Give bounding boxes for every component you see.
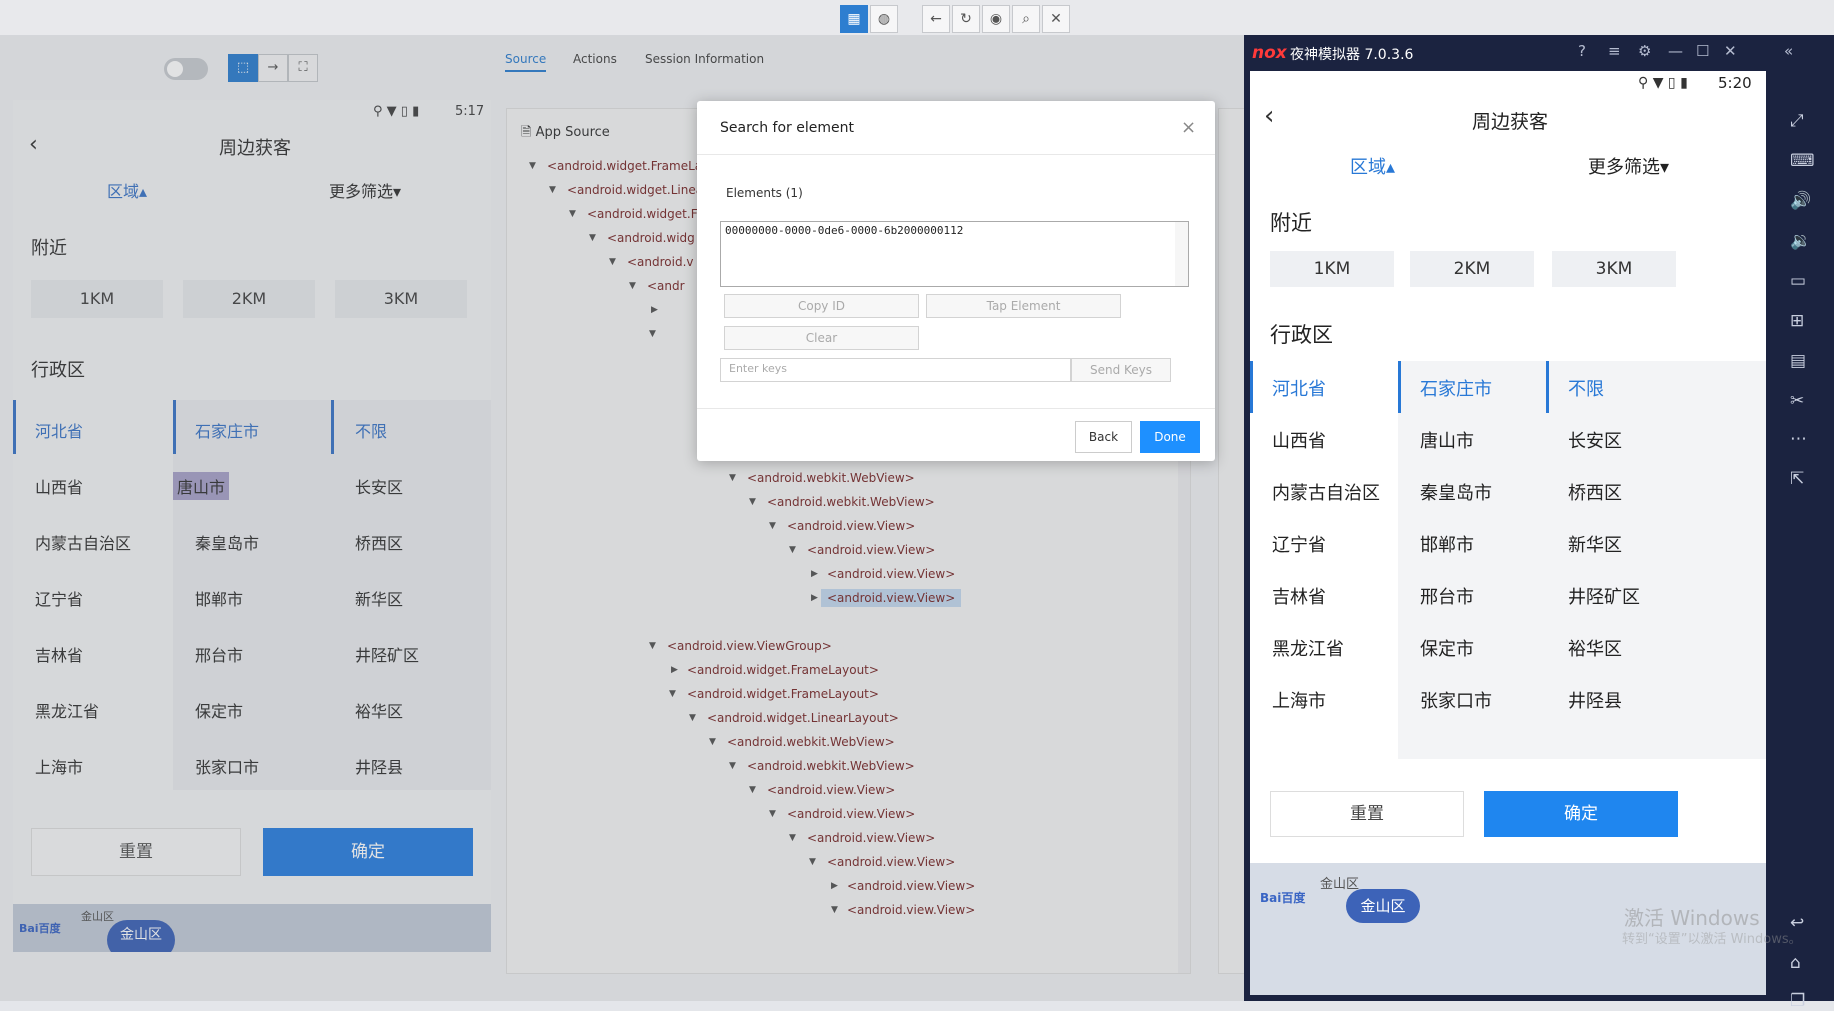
dialog-footer-divider (697, 408, 1215, 409)
screen-icon[interactable]: ▭ (1790, 271, 1806, 291)
multi-instance-icon[interactable]: ▤ (1790, 351, 1806, 371)
nox-titlebar: nox 夜神模拟器 7.0.3.6 ? ≡ ⚙ — ☐ ✕ « (1244, 35, 1834, 71)
nox-title: 夜神模拟器 7.0.3.6 (1290, 47, 1414, 63)
km-3-button[interactable]: 3KM (1552, 251, 1676, 287)
fullscreen-icon[interactable]: ⤢ (1790, 111, 1804, 131)
baidu-logo: Bai百度 (1260, 891, 1306, 905)
menu-icon[interactable]: ≡ (1608, 42, 1621, 60)
more-icon[interactable]: ⋯ (1790, 429, 1807, 449)
element-id-list[interactable]: 00000000-0000-0de6-0000-6b2000000112 (720, 221, 1189, 287)
refresh-icon[interactable]: ↻ (952, 5, 980, 33)
province-item[interactable]: 吉林省 (1272, 583, 1326, 609)
city-item[interactable]: 秦皇岛市 (1420, 479, 1492, 505)
dialog-title: Search for element (720, 120, 854, 136)
back-button[interactable]: Back (1075, 421, 1132, 453)
nearby-heading: 附近 (1270, 211, 1312, 235)
element-list-scrollbar[interactable] (1175, 222, 1188, 286)
filter-region[interactable]: 区域▴ (1350, 153, 1395, 179)
back-icon[interactable]: ‹ (1264, 101, 1274, 131)
district-item[interactable]: 不限 (1568, 375, 1604, 401)
city-item[interactable]: 邯郸市 (1420, 531, 1474, 557)
done-button[interactable]: Done (1140, 421, 1200, 453)
district-item[interactable]: 井陉县 (1568, 687, 1622, 713)
globe-icon[interactable]: ◍ (870, 5, 898, 33)
page-title: 周边获客 (1472, 111, 1549, 133)
city-item[interactable]: 石家庄市 (1420, 375, 1492, 401)
close-icon[interactable]: ✕ (1042, 5, 1070, 33)
district-item[interactable]: 桥西区 (1568, 479, 1622, 505)
city-item[interactable]: 张家口市 (1420, 687, 1492, 713)
send-keys-button[interactable]: Send Keys (1071, 358, 1171, 382)
district-item[interactable]: 新华区 (1568, 531, 1622, 557)
search-for-element-dialog: Search for element × Elements (1) 000000… (697, 101, 1215, 461)
minimize-icon[interactable]: — (1668, 42, 1683, 60)
phone-screen[interactable]: ⚲ ▼ ▯ ▮ 5:20 ‹ 周边获客 区域▴ 更多筛选▾ 附近 1KM 2KM… (1250, 71, 1766, 995)
enter-keys-input[interactable]: Enter keys (720, 358, 1071, 382)
confirm-button[interactable]: 确定 (1484, 791, 1678, 837)
city-item[interactable]: 唐山市 (1420, 427, 1474, 453)
eye-icon[interactable]: ◉ (982, 5, 1010, 33)
dialog-header: Search for element × (697, 101, 1215, 155)
province-item[interactable]: 上海市 (1272, 687, 1326, 713)
elements-count-label: Elements (1) (726, 186, 803, 200)
recents-icon[interactable]: ❐ (1790, 991, 1805, 1011)
city-item[interactable]: 保定市 (1420, 635, 1474, 661)
top-toolbar: ▦ ◍ ← ↻ ◉ ⌕ ✕ (0, 0, 1834, 36)
district-item[interactable]: 井陉矿区 (1568, 583, 1640, 609)
close-icon[interactable]: × (1181, 117, 1196, 138)
filter-more[interactable]: 更多筛选▾ (1588, 153, 1669, 179)
help-icon[interactable]: ? (1578, 42, 1586, 60)
tap-element-button[interactable]: Tap Element (926, 294, 1121, 318)
copy-id-button[interactable]: Copy ID (724, 294, 919, 318)
clear-button[interactable]: Clear (724, 326, 919, 350)
collapse-sidebar-icon[interactable]: « (1784, 42, 1793, 60)
volume-down-icon[interactable]: 🔉 (1790, 231, 1811, 251)
search-icon[interactable]: ⌕ (1012, 5, 1040, 33)
volume-up-icon[interactable]: 🔊 (1790, 191, 1811, 211)
add-apk-icon[interactable]: ⊞ (1790, 311, 1804, 331)
nox-logo: nox (1252, 43, 1287, 63)
km-2-button[interactable]: 2KM (1410, 251, 1534, 287)
keyboard-icon[interactable]: ⌨ (1790, 151, 1815, 171)
district-item[interactable]: 长安区 (1568, 427, 1622, 453)
admin-heading: 行政区 (1270, 323, 1333, 347)
province-item[interactable]: 内蒙古自治区 (1272, 479, 1380, 505)
scissors-icon[interactable]: ✂ (1790, 391, 1804, 411)
province-item[interactable]: 山西省 (1272, 427, 1326, 453)
windows-activation-watermark: 激活 Windows (1624, 906, 1760, 930)
close-icon[interactable]: ✕ (1724, 42, 1737, 60)
city-item[interactable]: 邢台市 (1420, 583, 1474, 609)
share-icon[interactable]: ⇱ (1790, 469, 1804, 489)
back-icon[interactable]: ← (922, 5, 950, 33)
reset-button[interactable]: 重置 (1270, 791, 1464, 837)
nox-sidebar: ⤢ ⌨ 🔊 🔉 ▭ ⊞ ▤ ✂ ⋯ ⇱ ↩ ⌂ ❐ (1770, 71, 1834, 1011)
province-item[interactable]: 河北省 (1272, 375, 1326, 401)
province-item[interactable]: 辽宁省 (1272, 531, 1326, 557)
windows-activation-subtext: 转到“设置”以激活 Windows。 (1622, 932, 1802, 947)
district-item[interactable]: 裕华区 (1568, 635, 1622, 661)
gear-icon[interactable]: ⚙ (1638, 42, 1651, 60)
km-1-button[interactable]: 1KM (1270, 251, 1394, 287)
maximize-icon[interactable]: ☐ (1696, 42, 1709, 60)
province-item[interactable]: 黑龙江省 (1272, 635, 1344, 661)
grid-icon[interactable]: ▦ (840, 5, 868, 33)
home-icon[interactable]: ⌂ (1790, 953, 1801, 973)
status-time: 5:20 (1718, 74, 1752, 92)
map-small-label: 金山区 (1320, 877, 1360, 892)
map-label-bubble: 金山区 (1346, 889, 1420, 923)
status-icons: ⚲ ▼ ▯ ▮ (1638, 75, 1688, 91)
